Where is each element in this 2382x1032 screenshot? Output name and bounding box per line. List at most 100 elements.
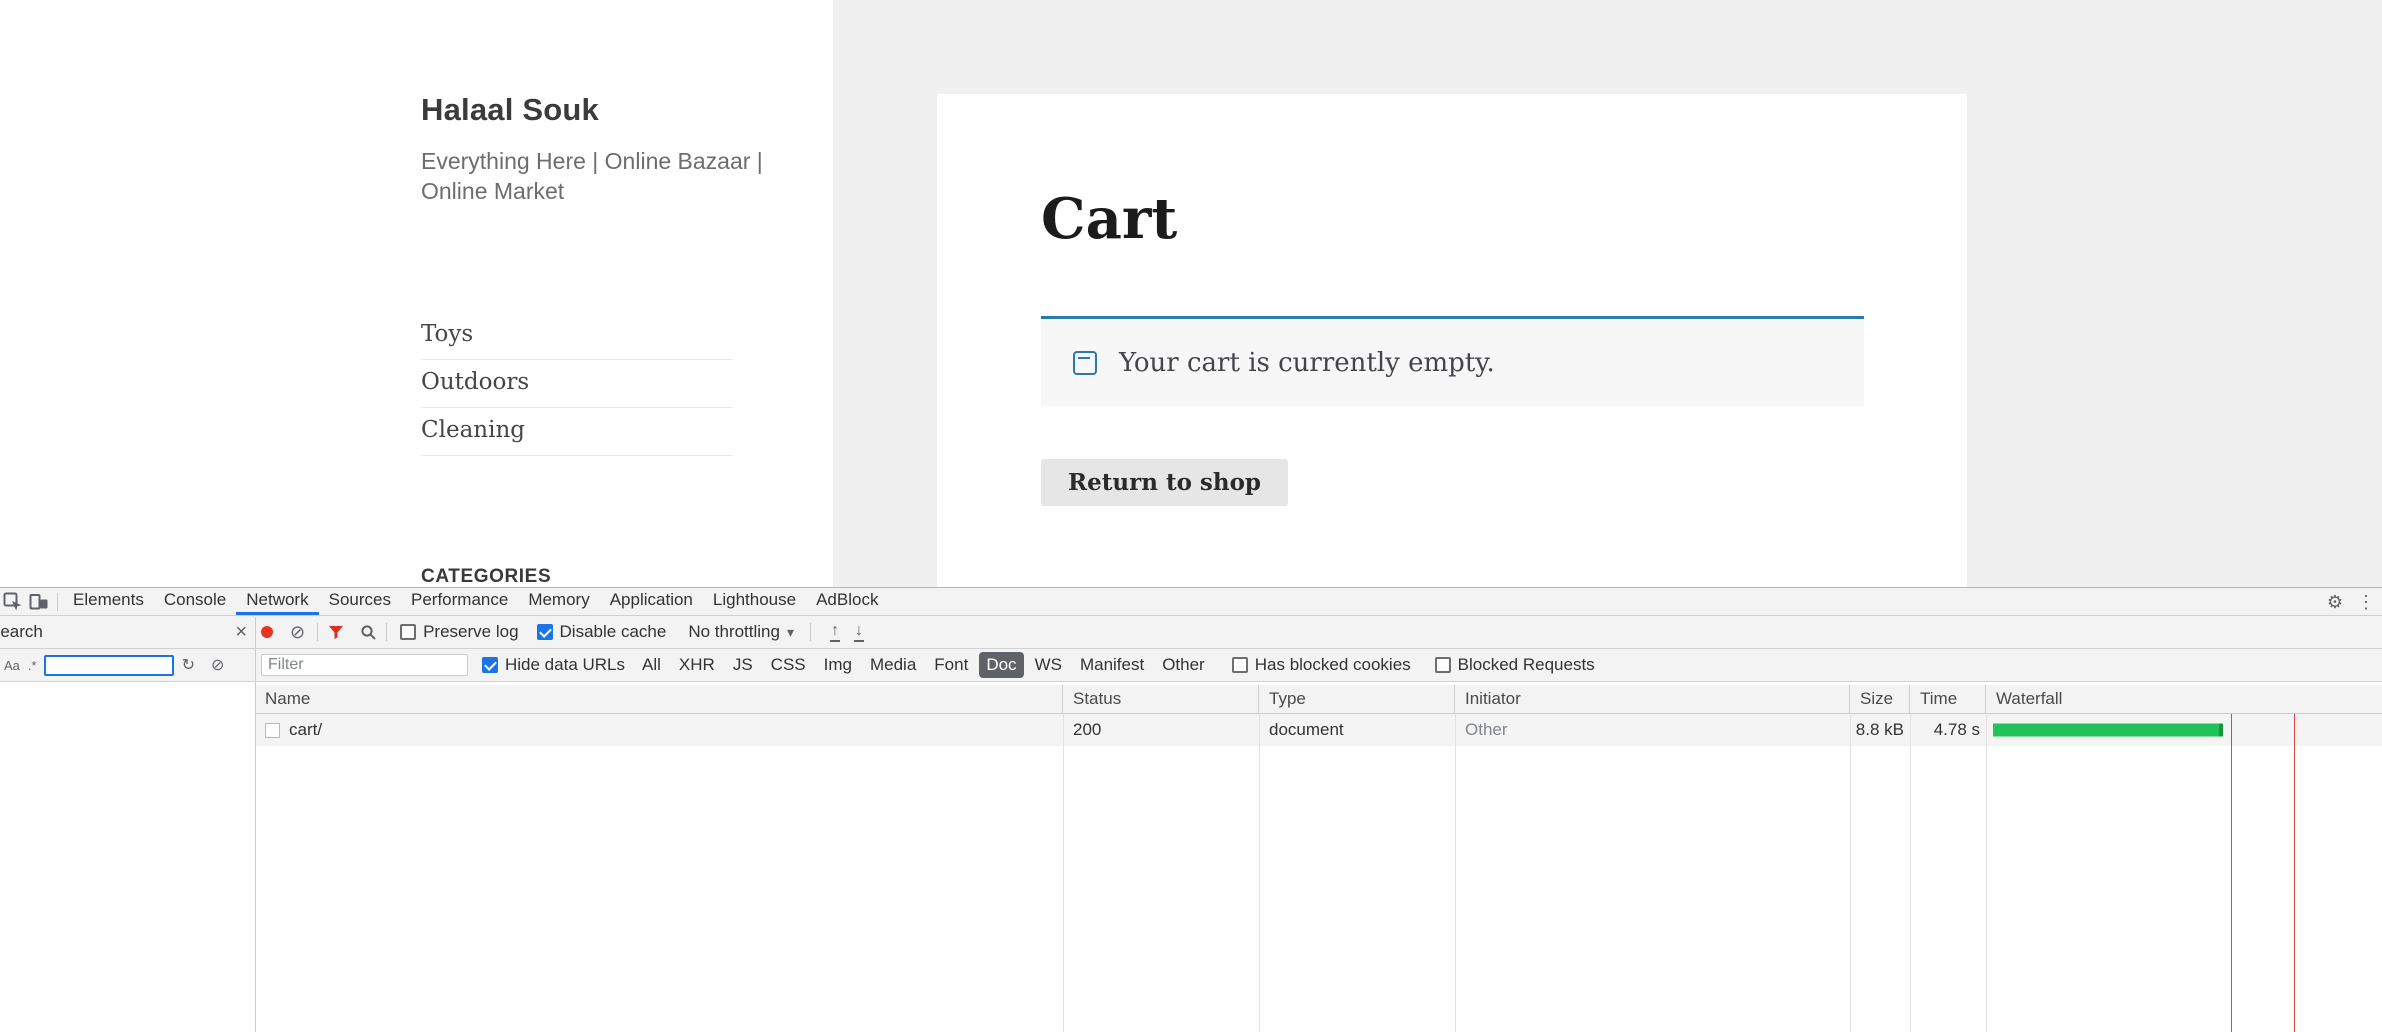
column-divider[interactable] [1850,714,1851,1032]
request-name-cell[interactable]: cart/ [255,714,1063,746]
cart-page-card: Cart Your cart is currently empty. Retur… [937,94,1967,587]
tab-console[interactable]: Console [154,588,236,615]
blocked-requests-checkbox[interactable] [1434,657,1451,673]
preserve-log-checkbox[interactable] [400,624,417,640]
disable-cache-checkbox[interactable] [536,624,553,640]
export-har-icon[interactable]: ↓ [854,622,865,642]
site-tagline: Everything Here | Online Bazaar | Online… [421,148,763,205]
filter-pill-media[interactable]: Media [863,652,923,678]
inspect-element-icon[interactable] [0,590,26,614]
clear-network-log-icon[interactable]: ⊘ [283,623,312,641]
record-network-log-icon[interactable] [261,626,273,638]
filter-pill-css[interactable]: CSS [764,652,813,678]
column-header-status[interactable]: Status [1063,685,1259,713]
site-header: Halaal Souk Everything Here | Online Baz… [421,92,769,207]
waterfall-bar [1993,723,2223,737]
network-filter-row: Aa .* ↻ ⊘ Hide data URLs All XHR JS CSS … [0,649,2382,682]
settings-gear-icon[interactable]: ⚙ [2320,593,2350,611]
site-title[interactable]: Halaal Souk [421,92,769,128]
filter-pill-font[interactable]: Font [927,652,975,678]
tab-lighthouse[interactable]: Lighthouse [703,588,806,615]
tab-memory[interactable]: Memory [518,588,599,615]
filter-pill-xhr[interactable]: XHR [672,652,722,678]
request-size-cell: 8.8 kB [1855,720,1904,739]
request-status-cell: 200 [1073,720,1102,739]
column-header-waterfall[interactable]: Waterfall [1986,685,2382,713]
toolbar-separator [386,623,388,641]
network-toolbar-row: Search × ⊘ Preserve log Disable cache No… [0,616,2382,649]
filter-pill-manifest[interactable]: Manifest [1073,652,1151,678]
tab-adblock[interactable]: AdBlock [806,588,888,615]
preserve-log-label[interactable]: Preserve log [423,622,518,642]
match-case-toggle[interactable]: Aa [0,658,24,673]
import-har-icon[interactable]: ↑ [830,622,841,642]
menu-item-toys[interactable]: Toys [421,312,733,360]
has-blocked-cookies-checkbox[interactable] [1231,657,1248,673]
request-waterfall-cell [1986,714,2382,746]
tab-application[interactable]: Application [600,588,703,615]
search-panel-tab[interactable]: Search [0,622,200,642]
load-event-line [2294,714,2295,1032]
filter-pill-js[interactable]: JS [726,652,760,678]
filter-pill-img[interactable]: Img [817,652,859,678]
tab-sources[interactable]: Sources [319,588,401,615]
devtools-panel: Elements Console Network Sources Perform… [0,587,2382,1032]
cart-notice-icon [1073,350,1097,375]
column-header-initiator[interactable]: Initiator [1455,685,1850,713]
regex-toggle[interactable]: .* [24,658,41,673]
tab-elements[interactable]: Elements [63,588,154,615]
toolbar-separator [810,623,812,641]
request-name: cart/ [289,720,323,739]
tab-performance[interactable]: Performance [401,588,518,615]
filter-funnel-icon[interactable] [323,620,349,644]
column-divider[interactable] [1063,714,1064,1032]
network-requests-table: Name Status Type Initiator Size Time Wat… [255,685,2382,1032]
more-options-icon[interactable]: ⋮ [2350,593,2382,611]
sidebar-menu: Toys Outdoors Cleaning [421,312,733,456]
domcontentloaded-event-line [2231,714,2232,1032]
search-magnifier-icon[interactable] [355,620,381,644]
column-divider[interactable] [1455,714,1456,1032]
column-header-size[interactable]: Size [1850,685,1910,713]
network-filter-input[interactable] [261,654,468,676]
column-divider[interactable] [1986,714,1987,1032]
filter-pill-doc[interactable]: Doc [979,652,1024,678]
request-time-cell: 4.78 s [1933,720,1980,739]
throttling-dropdown[interactable]: No throttling ▾ [688,622,794,642]
search-panel-divider[interactable] [255,617,256,1032]
network-toolbar: ⊘ Preserve log Disable cache No throttli… [256,616,2382,648]
device-toolbar-icon[interactable] [26,590,52,614]
devtools-tabbar: Elements Console Network Sources Perform… [0,588,2382,616]
column-header-type[interactable]: Type [1259,685,1455,713]
cart-empty-notice: Your cart is currently empty. [1041,316,1864,406]
disable-cache-label[interactable]: Disable cache [560,622,667,642]
clear-search-icon[interactable]: ⊘ [203,655,232,675]
tabbar-right-controls: ⚙ ⋮ [2320,593,2382,611]
hide-data-urls-checkbox[interactable] [482,657,498,673]
table-row[interactable]: cart/ 200 document Other 8.8 kB 4.78 s [255,714,2382,746]
column-divider[interactable] [1259,714,1260,1032]
throttling-value: No throttling [688,622,780,641]
column-header-time[interactable]: Time [1910,685,1986,713]
categories-heading: CATEGORIES [421,566,552,587]
request-initiator-cell: Other [1465,720,1508,739]
return-to-shop-button[interactable]: Return to shop [1041,459,1289,506]
tab-network[interactable]: Network [236,588,319,615]
hide-data-urls-label[interactable]: Hide data URLs [505,655,625,675]
has-blocked-cookies-label[interactable]: Has blocked cookies [1255,655,1411,675]
column-header-name[interactable]: Name [255,685,1063,713]
close-icon[interactable]: × [235,621,247,644]
blocked-requests-label[interactable]: Blocked Requests [1458,655,1595,675]
filter-pill-other[interactable]: Other [1155,652,1212,678]
refresh-search-icon[interactable]: ↻ [174,655,203,675]
filter-pill-all[interactable]: All [635,652,668,678]
page-title: Cart [1041,186,1178,252]
resource-icon [265,722,280,738]
request-type-cell: document [1269,720,1344,739]
menu-item-cleaning[interactable]: Cleaning [421,408,733,456]
search-input[interactable] [43,654,174,676]
search-panel-controls: Aa .* ↻ ⊘ [0,649,255,681]
menu-item-outdoors[interactable]: Outdoors [421,360,733,408]
column-divider[interactable] [1910,714,1911,1032]
filter-pill-ws[interactable]: WS [1028,652,1069,678]
